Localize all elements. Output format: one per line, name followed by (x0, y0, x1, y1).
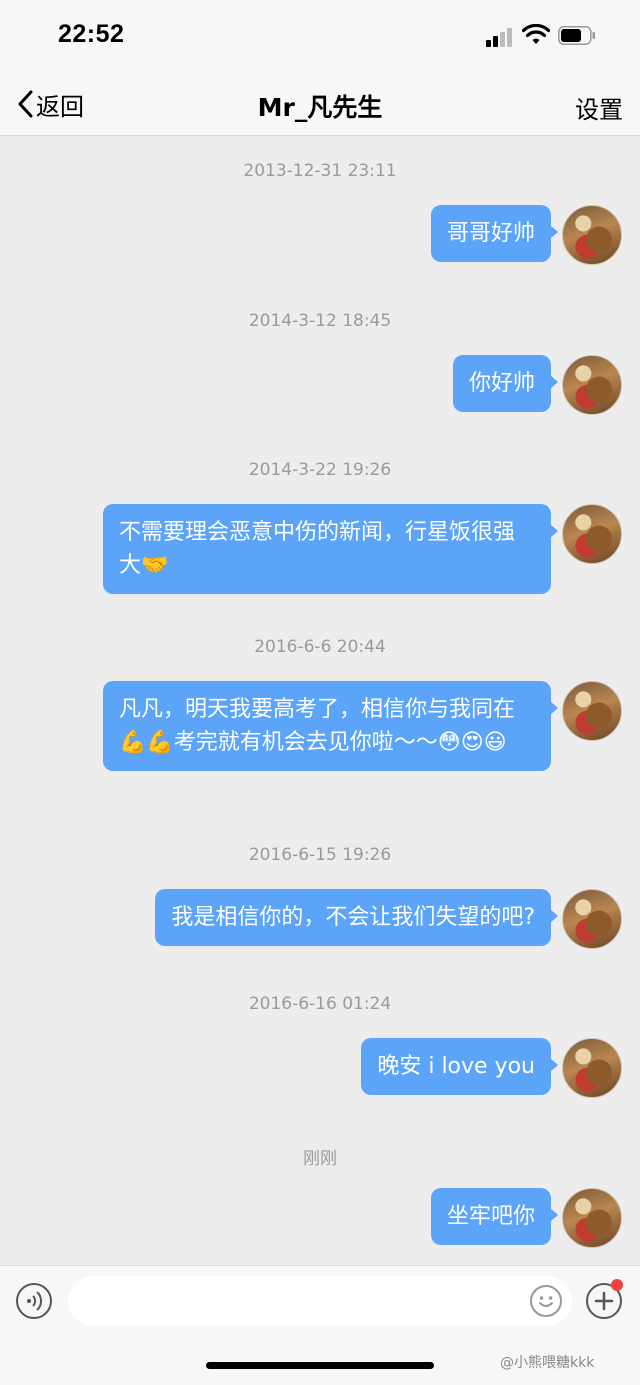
home-indicator[interactable] (206, 1362, 434, 1369)
input-bar: @小熊喂糖kkk (0, 1265, 640, 1385)
avatar[interactable] (562, 681, 622, 741)
avatar[interactable] (562, 889, 622, 949)
navigation-bar: 返回 Mr_凡先生 设置 (0, 70, 640, 136)
message-bubble[interactable]: 你好帅 (452, 355, 559, 412)
avatar[interactable] (562, 205, 622, 265)
message-timestamp: 2014-3-12 18:45 (248, 311, 392, 331)
battery-icon (558, 26, 595, 45)
message-bubble[interactable]: 我是相信你的，不会让我们失望的吧? (155, 889, 558, 946)
status-bar: 22:52 (0, 0, 640, 70)
message-timestamp: 2016-6-16 01:24 (248, 994, 392, 1014)
emoji-icon[interactable] (530, 1285, 562, 1317)
message-bubble[interactable]: 凡凡，明天我要高考了，相信你与我同在💪💪考完就有机会去见你啦～～😳😍😃 (103, 681, 558, 771)
message-timestamp: 2016-6-15 19:26 (248, 845, 392, 865)
message-list[interactable]: 2013-12-31 23:11 哥哥好帅 2014-3-12 18:45 你好… (0, 137, 640, 1265)
message-bubble[interactable]: 不需要理会恶意中伤的新闻，行星饭很强大🤝 (103, 504, 558, 594)
message-timestamp: 2014-3-22 19:26 (248, 460, 392, 480)
message-timestamp: 2013-12-31 23:11 (243, 161, 397, 181)
chat-title: Mr_凡先生 (257, 93, 383, 122)
settings-button[interactable]: 设置 (575, 90, 623, 125)
signal-icon (486, 27, 516, 47)
avatar[interactable] (562, 504, 622, 564)
notification-dot (611, 1279, 623, 1291)
message-input[interactable] (68, 1276, 572, 1326)
wifi-icon (522, 24, 550, 44)
message-bubble[interactable]: 晚安 i love you (361, 1038, 558, 1095)
message-bubble[interactable]: 哥哥好帅 (430, 205, 559, 262)
avatar[interactable] (562, 1038, 622, 1098)
watermark: @小熊喂糖kkk (500, 1355, 595, 1371)
avatar[interactable] (562, 355, 622, 415)
voice-icon[interactable] (16, 1283, 52, 1319)
message-timestamp: 2016-6-6 20:44 (254, 637, 386, 657)
avatar[interactable] (562, 1188, 622, 1248)
message-timestamp: 刚刚 (303, 1149, 337, 1169)
message-bubble[interactable]: 坐牢吧你 (430, 1188, 559, 1245)
status-time: 22:52 (58, 20, 125, 48)
